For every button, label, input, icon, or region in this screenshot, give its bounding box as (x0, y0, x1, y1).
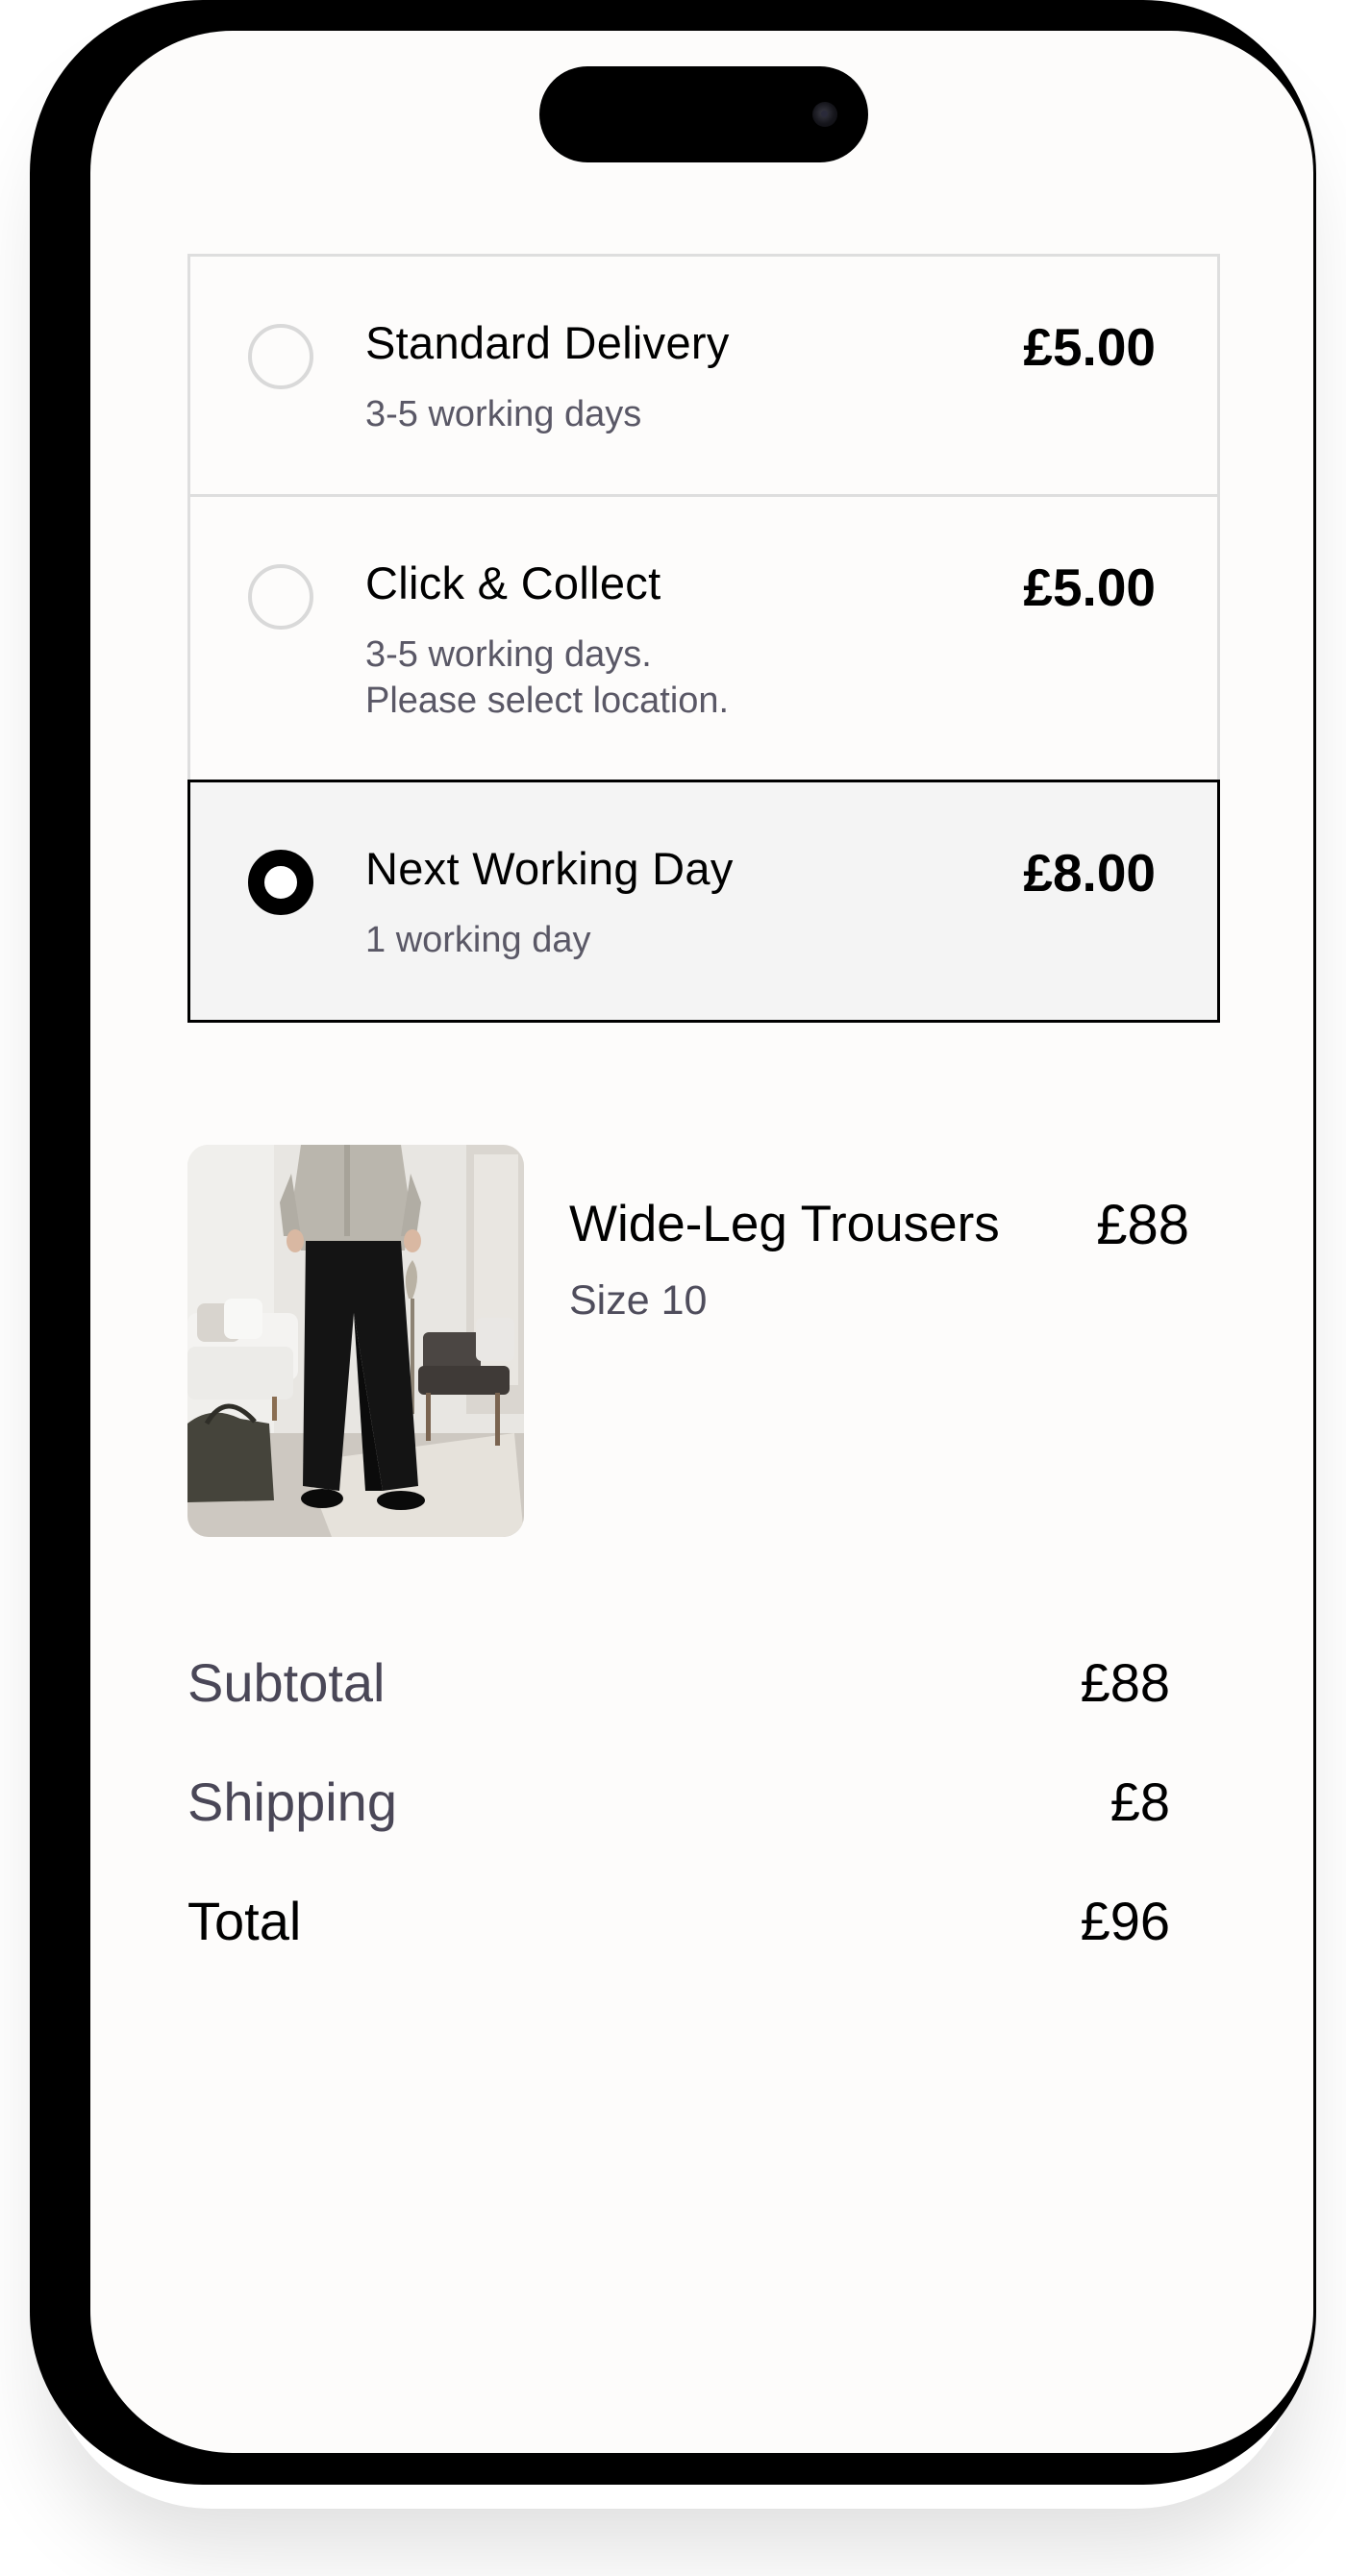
delivery-option-title: Click & Collect (365, 557, 661, 608)
subtotal-row: Subtotal £88 (187, 1651, 1170, 1771)
delivery-option-subtitle-line: 1 working day (365, 920, 591, 960)
delivery-option-subtitle-line: 3-5 working days (365, 394, 642, 434)
radio-filled-icon[interactable] (248, 850, 313, 915)
dynamic-island (539, 66, 868, 162)
delivery-option-subtitle: 3-5 working days. Please select location… (365, 632, 729, 724)
delivery-option-title: Standard Delivery (365, 317, 730, 368)
delivery-option-subtitle: 3-5 working days (365, 391, 641, 437)
delivery-option-price: £5.00 (1023, 557, 1156, 617)
cart-item: Wide-Leg Trousers Size 10 £88 (187, 1145, 1220, 1537)
total-label: Total (187, 1891, 302, 1951)
delivery-options: Standard Delivery 3-5 working days £5.00… (187, 254, 1220, 1023)
delivery-option-subtitle: 1 working day (365, 917, 590, 963)
delivery-option-click-collect[interactable]: Click & Collect 3-5 working days. Please… (187, 494, 1220, 782)
delivery-option-price: £8.00 (1023, 843, 1156, 903)
phone-screen: Standard Delivery 3-5 working days £5.00… (90, 31, 1313, 2453)
shipping-label: Shipping (187, 1771, 397, 1832)
radio-empty-icon[interactable] (248, 564, 313, 630)
delivery-option-next-day[interactable]: Next Working Day 1 working day £8.00 (187, 780, 1220, 1023)
phone-frame: Standard Delivery 3-5 working days £5.00… (30, 0, 1316, 2485)
delivery-option-price: £5.00 (1023, 317, 1156, 377)
radio-empty-icon[interactable] (248, 324, 313, 389)
front-camera-icon (812, 102, 837, 127)
product-name: Wide-Leg Trousers (569, 1196, 1000, 1252)
delivery-option-subtitle-line: 3-5 working days. (365, 634, 652, 675)
delivery-option-title: Next Working Day (365, 843, 734, 894)
subtotal-value: £88 (1080, 1652, 1170, 1713)
delivery-option-subtitle-line: Please select location. (365, 681, 730, 721)
product-size: Size 10 (569, 1277, 708, 1324)
shipping-row: Shipping £8 (187, 1771, 1170, 1890)
product-photo-illustration (187, 1145, 524, 1537)
subtotal-label: Subtotal (187, 1652, 386, 1713)
total-value: £96 (1080, 1891, 1170, 1951)
order-summary: Subtotal £88 Shipping £8 Total £96 (187, 1651, 1170, 2009)
shipping-value: £8 (1109, 1771, 1170, 1832)
total-row: Total £96 (187, 1890, 1170, 2009)
delivery-option-standard[interactable]: Standard Delivery 3-5 working days £5.00 (187, 254, 1220, 497)
stage: Standard Delivery 3-5 working days £5.00… (0, 0, 1346, 2576)
product-price: £88 (1096, 1194, 1189, 1256)
product-image[interactable] (187, 1145, 524, 1537)
